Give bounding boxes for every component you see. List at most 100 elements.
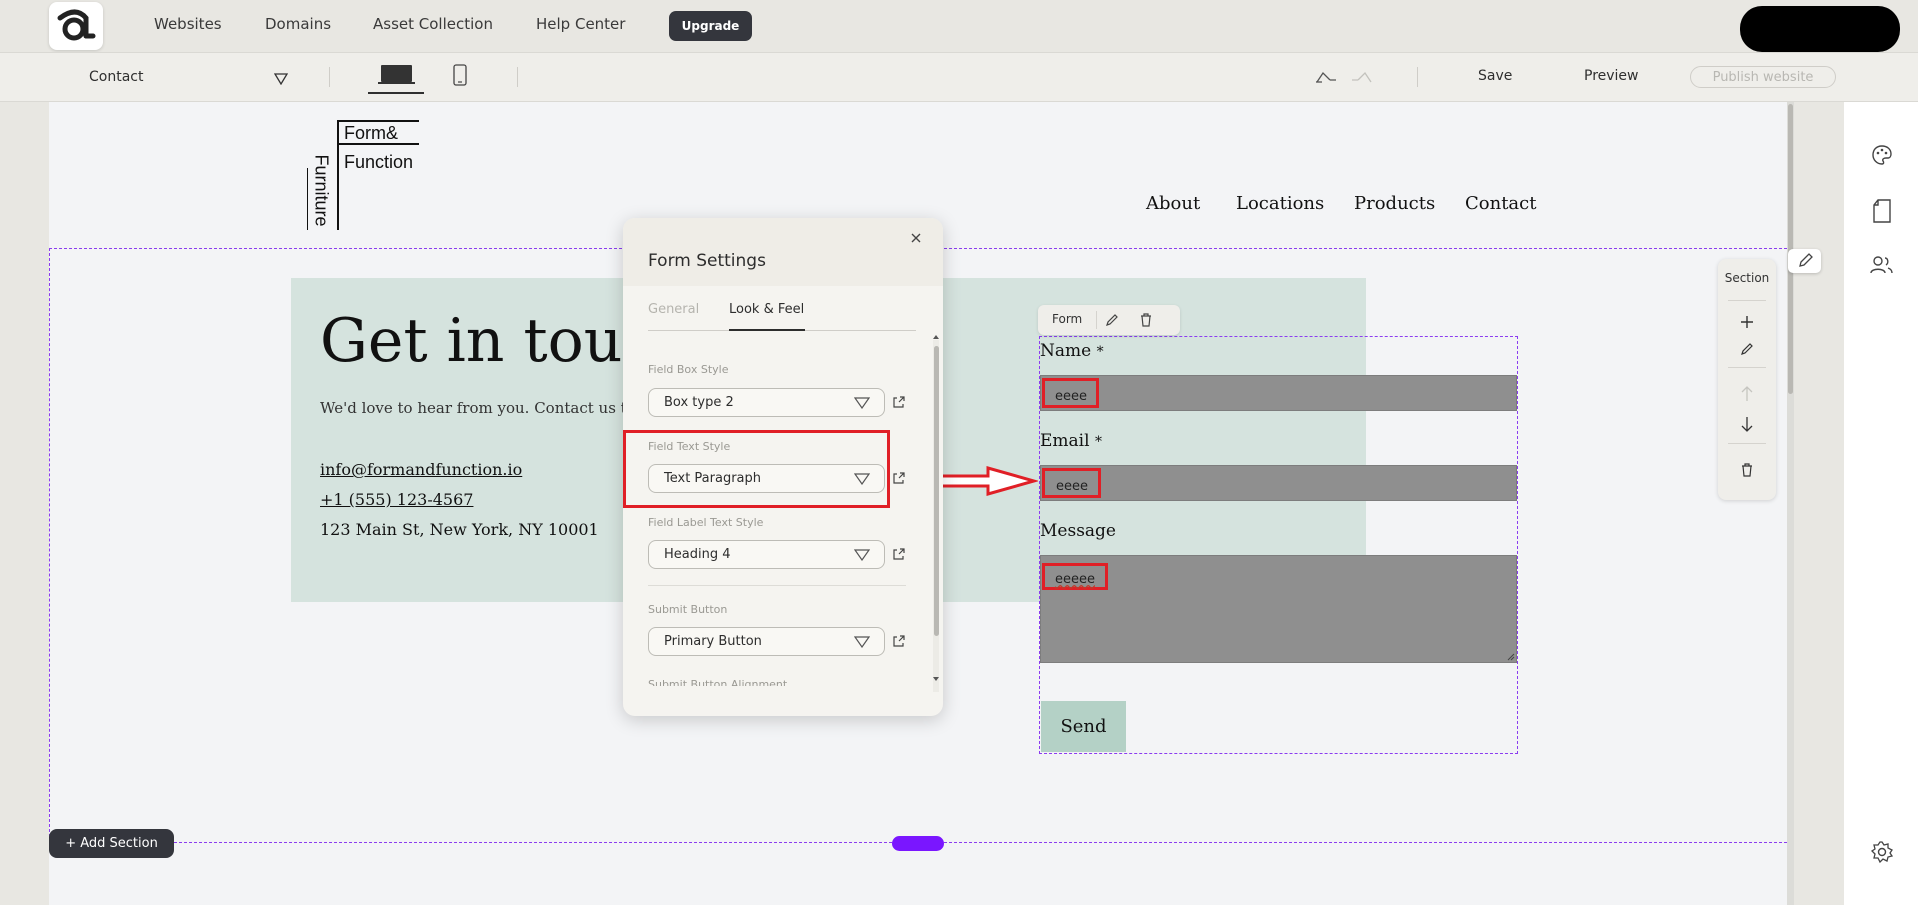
section-tools-panel: Section [1718, 259, 1776, 500]
form-settings-modal: Form Settings General Look & Feel Field … [623, 218, 943, 716]
section-tools-label: Section [1724, 271, 1770, 285]
site-nav-contact[interactable]: Contact [1465, 193, 1536, 214]
form-block-toolbar: Form [1038, 305, 1180, 335]
toolbar-divider [517, 67, 518, 87]
submit-button-select[interactable]: Primary Button [648, 627, 885, 656]
required-mark: * [1094, 434, 1102, 450]
contact-heading: Get in touc [320, 306, 657, 376]
trash-icon[interactable] [1138, 312, 1154, 328]
nav-websites[interactable]: Websites [154, 15, 222, 33]
chevron-down-icon [854, 636, 870, 648]
field-box-style-heading: Field Box Style [648, 363, 729, 376]
site-nav-products[interactable]: Products [1354, 193, 1435, 214]
tab-look-and-feel[interactable]: Look & Feel [729, 302, 804, 317]
nav-domains[interactable]: Domains [265, 15, 331, 33]
field-box-style-value: Box type 2 [664, 395, 734, 410]
field-box-style-select[interactable]: Box type 2 [648, 388, 885, 417]
page-icon[interactable] [1871, 198, 1893, 224]
email-label: Email * [1040, 431, 1102, 451]
external-link-icon[interactable] [892, 634, 906, 648]
field-text-style-highlight [623, 430, 890, 508]
submit-button-heading: Submit Button [648, 603, 728, 616]
arrow-up-icon[interactable] [1739, 385, 1755, 403]
contact-address: 123 Main St, New York, NY 10001 [320, 520, 599, 539]
modal-title: Form Settings [648, 251, 766, 271]
mobile-icon[interactable] [452, 63, 468, 87]
page-selector[interactable]: Contact [89, 69, 143, 85]
field-label-text-style-value: Heading 4 [664, 547, 731, 562]
external-link-icon[interactable] [892, 547, 906, 561]
message-label: Message [1040, 521, 1116, 541]
preview-button[interactable]: Preview [1584, 68, 1639, 84]
submit-button-alignment-heading: Submit Button Alignment [648, 678, 788, 686]
site-nav-locations[interactable]: Locations [1236, 193, 1324, 214]
pencil-icon[interactable] [1739, 341, 1755, 357]
close-icon[interactable] [909, 231, 923, 245]
field-label-text-style-heading: Field Label Text Style [648, 516, 764, 529]
undo-icon[interactable] [1314, 70, 1338, 84]
section-outline-left [49, 248, 50, 842]
section-divider [648, 585, 906, 586]
external-link-icon[interactable] [892, 395, 906, 409]
site-logo[interactable]: Form& Function Furniture [307, 120, 419, 230]
modal-scroll-thumb[interactable] [934, 346, 939, 636]
email-value-highlight: eeee [1042, 468, 1101, 498]
add-section-button[interactable]: + Add Section [49, 829, 174, 858]
section-tools-divider [1728, 300, 1766, 301]
email-value: eeee [1056, 479, 1088, 494]
publish-website-button[interactable]: Publish website [1690, 66, 1836, 88]
toolbar-divider [1417, 67, 1418, 87]
account-avatar[interactable] [1740, 6, 1900, 52]
name-label-text: Name [1040, 341, 1092, 361]
add-icon[interactable] [1739, 314, 1755, 330]
toolbar-divider [329, 67, 330, 87]
contact-email-link[interactable]: info@formandfunction.io [320, 460, 522, 479]
app-logo[interactable] [49, 2, 103, 50]
desktop-view-tab[interactable] [368, 58, 424, 94]
name-value: eeee [1055, 389, 1087, 404]
site-logo-side: Furniture [311, 154, 332, 227]
tab-general[interactable]: General [648, 302, 699, 317]
scroll-down-icon[interactable] [933, 676, 939, 682]
trash-icon[interactable] [1739, 462, 1755, 478]
chevron-down-icon [854, 397, 870, 409]
save-button[interactable]: Save [1478, 68, 1512, 84]
chevron-down-icon [854, 549, 870, 561]
submit-button-value: Primary Button [664, 634, 762, 649]
message-value-highlight: eeeee [1042, 563, 1108, 590]
contact-phone-link[interactable]: +1 (555) 123-4567 [320, 490, 473, 509]
field-label-text-style-select[interactable]: Heading 4 [648, 540, 885, 569]
name-input[interactable]: eeee [1040, 375, 1517, 411]
email-label-text: Email [1040, 431, 1090, 451]
contact-subtitle: We'd love to hear from you. Contact us t… [320, 399, 646, 417]
resize-handle-icon[interactable] [1507, 653, 1515, 661]
nav-asset-collection[interactable]: Asset Collection [373, 15, 493, 33]
external-link-icon[interactable] [892, 471, 906, 485]
arrow-down-icon[interactable] [1739, 415, 1755, 433]
active-tab-indicator [729, 329, 805, 331]
name-label: Name * [1040, 341, 1104, 361]
email-input[interactable]: eeee [1040, 465, 1517, 501]
toolbar-divider [1096, 311, 1097, 329]
form-toolbar-label[interactable]: Form [1052, 312, 1082, 326]
send-button[interactable]: Send [1041, 701, 1126, 752]
pencil-icon[interactable] [1104, 312, 1120, 328]
site-nav-about[interactable]: About [1146, 193, 1200, 214]
name-value-highlight: eeee [1042, 378, 1099, 408]
message-value: eeeee [1055, 572, 1095, 587]
app-logo-icon [57, 9, 96, 41]
scroll-up-icon[interactable] [933, 334, 939, 340]
pencil-icon [1799, 253, 1813, 267]
settings-gear-icon[interactable] [1870, 840, 1894, 864]
section-tools-divider [1728, 367, 1766, 368]
nav-help-center[interactable]: Help Center [536, 15, 625, 33]
message-textarea[interactable]: eeeee [1040, 555, 1517, 663]
users-icon[interactable] [1869, 254, 1895, 276]
desktop-icon [378, 65, 415, 84]
palette-icon[interactable] [1870, 143, 1894, 167]
redo-icon[interactable] [1350, 70, 1374, 84]
section-resize-handle[interactable] [892, 836, 944, 851]
section-edit-button[interactable] [1788, 249, 1821, 273]
upgrade-button[interactable]: Upgrade [669, 11, 752, 41]
chevron-down-icon[interactable] [274, 73, 288, 85]
